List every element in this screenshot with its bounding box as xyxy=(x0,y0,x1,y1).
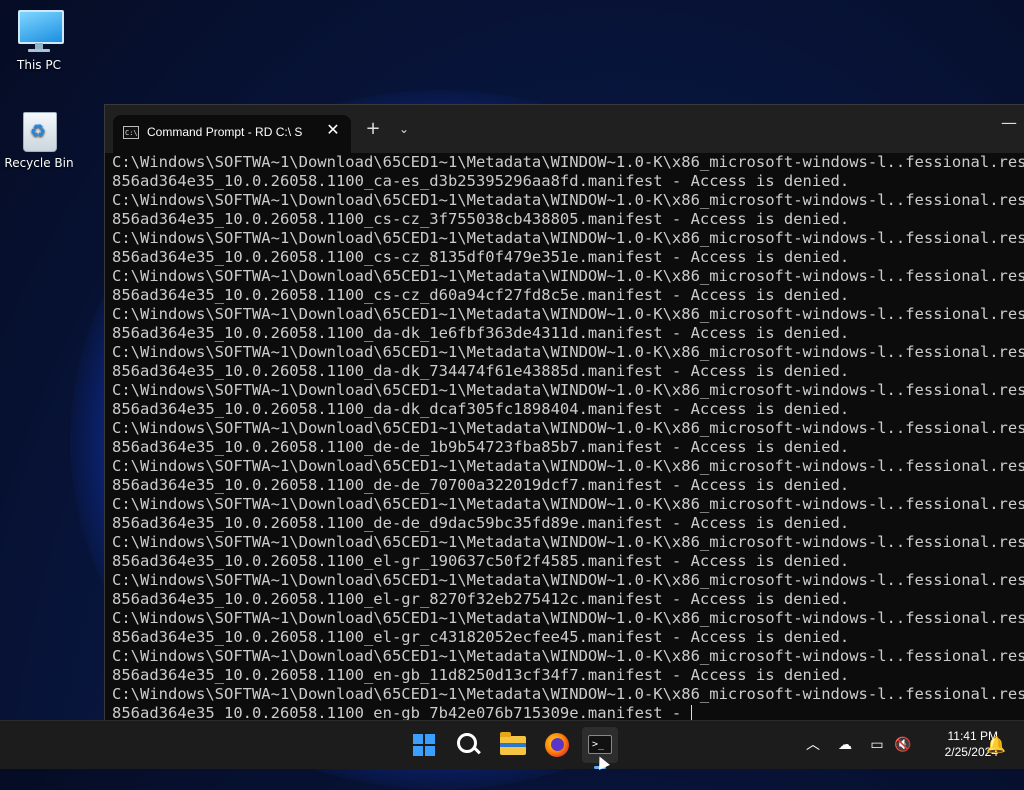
console-line: C:\Windows\SOFTWA~1\Download\65CED1~1\Me… xyxy=(112,191,1024,209)
volume-muted-icon[interactable]: 🔇 xyxy=(892,735,914,755)
recycle-bin-icon: ♻ xyxy=(15,106,63,152)
desktop-icon-this-pc[interactable]: This PC xyxy=(0,8,79,72)
onedrive-offline-icon[interactable]: ☁ xyxy=(834,735,856,755)
computer-icon xyxy=(15,8,64,54)
desktop-icon-label: This PC xyxy=(17,58,61,72)
notification-bell-icon[interactable]: 🔔 xyxy=(986,735,1006,754)
desktop-icon-recycle-bin[interactable]: ♻ Recycle Bin xyxy=(0,106,79,170)
console-line: C:\Windows\SOFTWA~1\Download\65CED1~1\Me… xyxy=(112,571,1024,589)
console-line: C:\Windows\SOFTWA~1\Download\65CED1~1\Me… xyxy=(112,533,1024,551)
tab-title: Command Prompt - RD C:\ S xyxy=(147,125,303,139)
tab-command-prompt[interactable]: C:\ Command Prompt - RD C:\ S ✕ xyxy=(113,115,351,153)
console-line: 856ad364e35_10.0.26058.1100_de-de_1b9b54… xyxy=(112,438,850,456)
console-line: C:\Windows\SOFTWA~1\Download\65CED1~1\Me… xyxy=(112,153,1024,171)
console-line: 856ad364e35_10.0.26058.1100_ca-es_d3b253… xyxy=(112,172,850,190)
console-line: C:\Windows\SOFTWA~1\Download\65CED1~1\Me… xyxy=(112,419,1024,437)
title-bar[interactable]: C:\ Command Prompt - RD C:\ S ✕ + ⌄ — xyxy=(105,105,1024,153)
console-line: C:\Windows\SOFTWA~1\Download\65CED1~1\Me… xyxy=(112,229,1024,247)
console-line: C:\Windows\SOFTWA~1\Download\65CED1~1\Me… xyxy=(112,305,1024,323)
network-icon[interactable]: ▭ xyxy=(866,735,888,755)
console-line: 856ad364e35_10.0.26058.1100_da-dk_dcaf30… xyxy=(112,400,850,418)
console-line: 856ad364e35_10.0.26058.1100_de-de_d9dac5… xyxy=(112,514,850,532)
desktop-icon-label: Recycle Bin xyxy=(4,156,74,170)
start-button[interactable] xyxy=(406,727,442,763)
console-line: 856ad364e35_10.0.26058.1100_de-de_70700a… xyxy=(112,476,850,494)
console-line: C:\Windows\SOFTWA~1\Download\65CED1~1\Me… xyxy=(112,647,1024,665)
console-line: C:\Windows\SOFTWA~1\Download\65CED1~1\Me… xyxy=(112,495,1024,513)
console-line: C:\Windows\SOFTWA~1\Download\65CED1~1\Me… xyxy=(112,685,1024,703)
text-cursor xyxy=(690,705,692,720)
chevron-up-icon[interactable]: ︿ xyxy=(802,735,824,755)
close-tab-icon[interactable]: ✕ xyxy=(323,120,343,139)
console-line: 856ad364e35_10.0.26058.1100_da-dk_734474… xyxy=(112,362,850,380)
console-line: 856ad364e35_10.0.26058.1100_el-gr_190637… xyxy=(112,552,850,570)
file-explorer-button[interactable] xyxy=(495,727,531,763)
console-line: C:\Windows\SOFTWA~1\Download\65CED1~1\Me… xyxy=(112,609,1024,627)
console-output[interactable]: C:\Windows\SOFTWA~1\Download\65CED1~1\Me… xyxy=(112,153,1024,721)
console-line: 856ad364e35_10.0.26058.1100_el-gr_c43182… xyxy=(112,628,850,646)
console-line: C:\Windows\SOFTWA~1\Download\65CED1~1\Me… xyxy=(112,381,1024,399)
taskbar: >_ ︿ ☁ ▭ 🔇 11:41 PM 2/25/2024 🔔 xyxy=(0,720,1024,769)
console-line: 856ad364e35_10.0.26058.1100_en-gb_11d825… xyxy=(112,666,850,684)
console-line: C:\Windows\SOFTWA~1\Download\65CED1~1\Me… xyxy=(112,343,1024,361)
console-line: 856ad364e35_10.0.26058.1100_cs-cz_d60a94… xyxy=(112,286,850,304)
terminal-window: C:\ Command Prompt - RD C:\ S ✕ + ⌄ — C:… xyxy=(104,104,1024,721)
firefox-button[interactable] xyxy=(539,727,575,763)
console-line: 856ad364e35_10.0.26058.1100_da-dk_1e6fbf… xyxy=(112,324,850,342)
console-line: 856ad364e35_10.0.26058.1100_en-gb_7b42e0… xyxy=(112,704,692,721)
console-line: 856ad364e35_10.0.26058.1100_cs-cz_8135df… xyxy=(112,248,850,266)
console-line: C:\Windows\SOFTWA~1\Download\65CED1~1\Me… xyxy=(112,457,1024,475)
new-tab-button[interactable]: + xyxy=(363,119,383,139)
console-line: 856ad364e35_10.0.26058.1100_cs-cz_3f7550… xyxy=(112,210,850,228)
minimize-button[interactable]: — xyxy=(1001,113,1017,132)
command-prompt-icon: C:\ xyxy=(123,126,139,139)
windows-logo-icon xyxy=(413,734,435,756)
chevron-down-icon[interactable]: ⌄ xyxy=(395,119,413,139)
console-line: C:\Windows\SOFTWA~1\Download\65CED1~1\Me… xyxy=(112,267,1024,285)
terminal-icon: >_ xyxy=(588,735,612,754)
console-line: 856ad364e35_10.0.26058.1100_el-gr_8270f3… xyxy=(112,590,850,608)
search-button[interactable] xyxy=(450,727,486,763)
